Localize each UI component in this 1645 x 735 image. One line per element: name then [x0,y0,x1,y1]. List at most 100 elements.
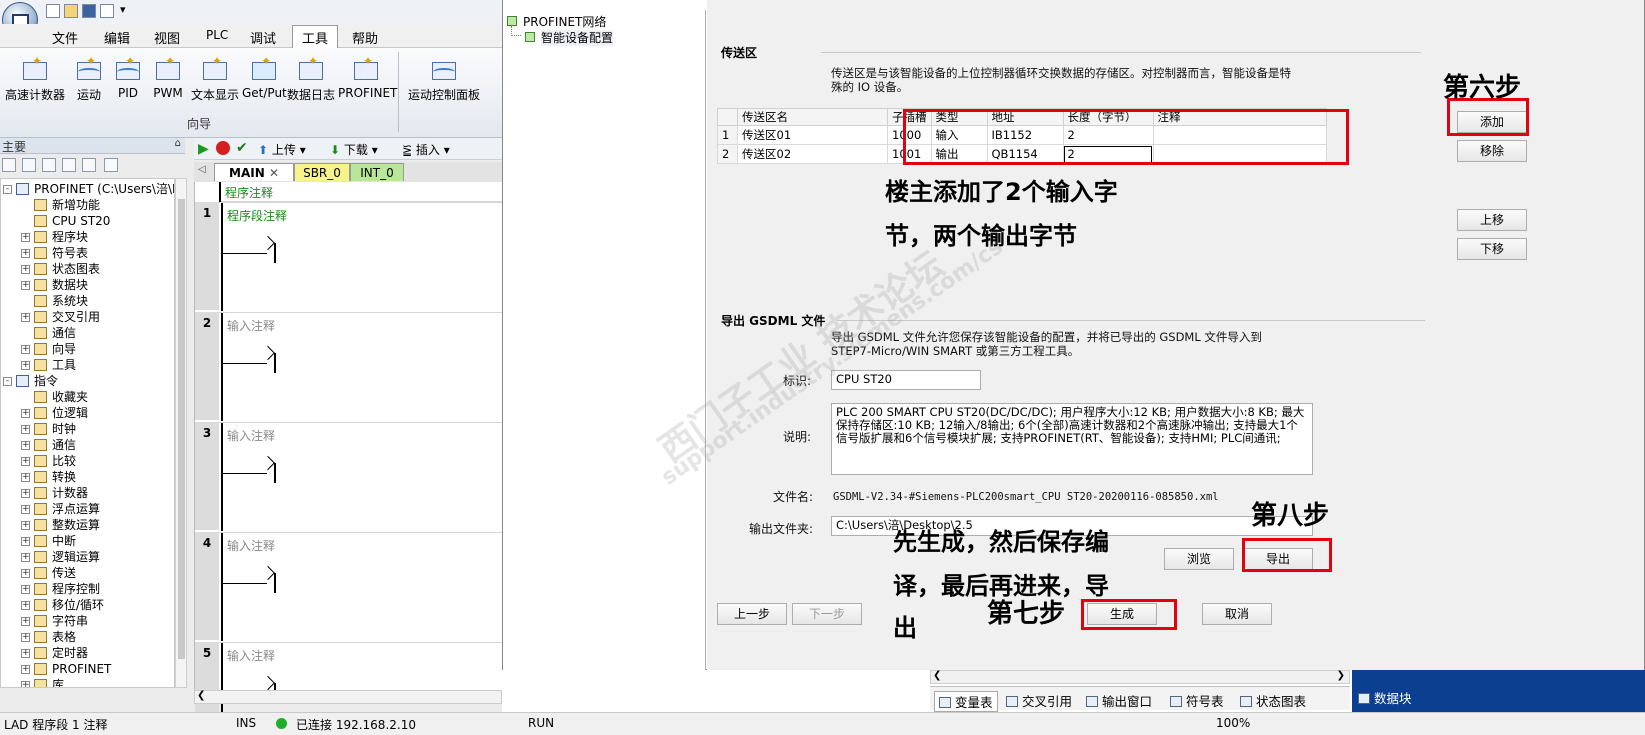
tab-cross-reference[interactable]: 交叉引用 [1006,691,1072,710]
open-folder-icon[interactable] [64,4,78,18]
collapse-icon[interactable]: - [3,377,12,386]
network-number[interactable]: 3 [195,422,219,530]
print-icon[interactable] [100,4,114,18]
move-up-button[interactable]: 上移 [1457,209,1527,231]
expand-icon[interactable]: + [21,425,30,434]
expand-icon[interactable]: + [21,249,30,258]
expand-icon[interactable]: + [21,537,30,546]
nav-tool-icon[interactable] [104,158,118,172]
expand-icon[interactable]: + [21,569,30,578]
new-file-icon[interactable] [46,4,60,18]
tab-sbr0[interactable]: SBR_0 [294,163,350,181]
nav-tool-icon[interactable] [22,158,36,172]
compile-icon[interactable]: ✔ [236,140,248,156]
menu-file[interactable]: 文件 [52,28,78,47]
close-icon[interactable]: ✕ [269,166,279,180]
expand-icon[interactable]: + [21,649,30,658]
menu-help[interactable]: 帮助 [352,28,378,47]
menu-plc[interactable]: PLC [206,28,228,42]
hsc-wizard-button[interactable]: ✦ 高速计数器 [2,54,68,103]
id-field[interactable]: CPU ST20 [831,370,981,390]
prev-button[interactable]: 上一步 [717,603,787,625]
expand-icon[interactable]: + [21,457,30,466]
nav-tool-icon[interactable] [62,158,76,172]
motion-panel-button[interactable]: 运动控制面板 [402,54,486,103]
description-field[interactable]: PLC 200 SMART CPU ST20(DC/DC/DC); 用户程序大小… [831,403,1313,475]
output-hscrollbar[interactable]: ❮ ❯ [930,670,1350,684]
expand-icon[interactable]: + [21,345,30,354]
program-comment[interactable]: 程序注释 [225,184,273,201]
cell-name[interactable]: 传送区01 [737,125,888,145]
status-zoom[interactable]: 100% [1216,716,1250,730]
expand-icon[interactable]: + [21,633,30,642]
expand-icon[interactable]: + [21,665,30,674]
network-comment[interactable]: 输入注释 [227,427,275,444]
expand-icon[interactable]: + [21,441,30,450]
expand-icon[interactable]: + [21,233,30,242]
expand-icon[interactable]: + [21,313,30,322]
expand-icon[interactable]: + [21,505,30,514]
network-comment[interactable]: 输入注释 [227,647,275,664]
network-number[interactable]: 4 [195,532,219,640]
tab-variable-table[interactable]: 变量表 [934,691,998,712]
scroll-right-icon[interactable]: ❯ [1337,670,1345,681]
nav-tool-icon[interactable] [2,158,16,172]
profinet-wizard-button[interactable]: ✦ PROFINET [338,54,397,100]
collapse-icon[interactable]: - [3,185,12,194]
stop-icon[interactable] [216,141,230,155]
expand-icon[interactable]: + [21,265,30,274]
ladder-network[interactable]: 输入注释 [219,422,502,531]
network-number[interactable]: 1 [195,202,219,310]
editor-hscrollbar[interactable]: ❮ [194,690,502,704]
program-comment-row[interactable]: 程序注释 [219,182,502,202]
scroll-left-icon[interactable]: ❮ [197,690,205,701]
nav-tool-icon[interactable] [82,158,96,172]
expand-icon[interactable]: + [21,553,30,562]
cell-name[interactable]: 传送区02 [737,144,888,164]
network-number[interactable]: 2 [195,312,219,420]
move-down-button[interactable]: 下移 [1457,238,1527,260]
tab-data-block[interactable]: 数据块 [1358,688,1412,707]
scroll-left-icon[interactable]: ❮ [933,670,941,681]
qat-dropdown-icon[interactable]: ▾ [120,3,126,16]
pin-icon[interactable]: ⌂ [175,138,181,149]
expand-icon[interactable]: + [21,473,30,482]
browse-button[interactable]: 浏览 [1164,548,1234,570]
getput-wizard-button[interactable]: ✦ Get/Put [242,54,287,100]
expand-icon[interactable]: + [21,361,30,370]
save-icon[interactable] [82,4,96,18]
next-button[interactable]: 下一步 [792,603,862,625]
menu-debug[interactable]: 调试 [250,28,276,47]
ladder-network[interactable]: 程序段注释 [219,202,502,311]
expand-icon[interactable]: + [21,681,30,687]
menu-tools[interactable]: 工具 [292,25,339,49]
network-comment[interactable]: 输入注释 [227,317,275,334]
expand-icon[interactable]: + [21,601,30,610]
motion-wizard-button[interactable]: ✦ 运动 [70,54,108,103]
tree-scrollbar[interactable] [175,178,187,688]
expand-icon[interactable]: + [21,409,30,418]
menu-view[interactable]: 视图 [154,28,180,47]
tab-int0[interactable]: INT_0 [350,163,404,181]
scroll-thumb[interactable] [178,199,185,659]
cancel-button[interactable]: 取消 [1202,603,1272,625]
expand-icon[interactable]: + [21,281,30,290]
nav-tool-icon[interactable] [42,158,56,172]
upload-button[interactable]: ⬆ 上传 ▾ [258,141,306,158]
expand-icon[interactable]: + [21,489,30,498]
ladder-network[interactable]: 输入注释 [219,312,502,421]
download-button[interactable]: ⬇ 下载 ▾ [330,141,378,158]
pid-wizard-button[interactable]: ✦ PID [112,54,144,100]
network-comment[interactable]: 输入注释 [227,537,275,554]
text-display-wizard-button[interactable]: ✦ 文本显示 [188,54,242,103]
tab-scroll-left-icon[interactable]: ◁ [198,164,206,175]
run-icon[interactable]: ▶ [198,141,209,157]
expand-icon[interactable]: + [21,521,30,530]
network-comment[interactable]: 程序段注释 [227,207,287,224]
tab-main[interactable]: MAIN ✕ [214,163,294,181]
expand-icon[interactable]: + [21,617,30,626]
tab-symbol-table[interactable]: 符号表 [1170,691,1224,710]
datalog-wizard-button[interactable]: ✦ 数据日志 [284,54,338,103]
tab-output-window[interactable]: 输出窗口 [1086,691,1152,710]
pwm-wizard-button[interactable]: ✦ PWM [148,54,188,100]
